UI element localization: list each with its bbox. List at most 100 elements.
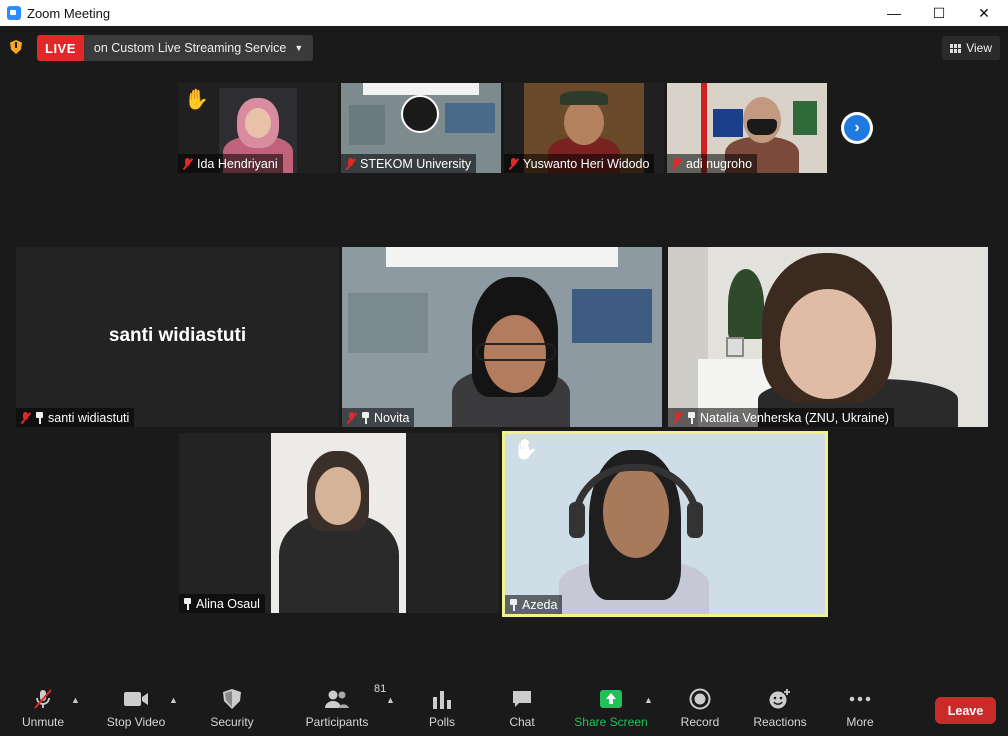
video-options-chevron-up-icon[interactable]: ▲ <box>169 695 178 705</box>
video-tile-yuswanto-heri-widodo[interactable]: Yuswanto Heri Widodo <box>504 83 664 173</box>
face <box>245 108 271 138</box>
face <box>780 289 876 399</box>
record-button[interactable]: Record <box>680 687 720 729</box>
minimize-button[interactable]: — <box>871 0 917 26</box>
video-tile-alina-osaul[interactable]: Alina Osaul <box>179 433 499 613</box>
video-tile-azeda-active-speaker[interactable]: ✋ Azeda <box>502 431 828 617</box>
face <box>315 467 361 525</box>
chat-label: Chat <box>509 715 535 729</box>
live-stream-indicator[interactable]: LIVE on Custom Live Streaming Service ▼ <box>37 35 314 61</box>
meeting-controls-toolbar: Unmute ▲ Stop Video ▲ Security 81 Partic… <box>0 683 1008 736</box>
window-title-bar: Zoom Meeting — ☐ ✕ <box>0 0 1008 26</box>
pin-icon <box>687 411 696 424</box>
share-screen-label: Share Screen <box>574 715 648 729</box>
video-tile-adi-nugroho[interactable]: adi nugroho <box>667 83 827 173</box>
stop-video-label: Stop Video <box>106 715 166 729</box>
unmute-button[interactable]: Unmute <box>18 687 68 729</box>
video-tile-ida-hendriyani[interactable]: ✋ Ida Hendriyani <box>178 83 338 173</box>
muted-mic-icon <box>182 157 193 170</box>
share-screen-button[interactable]: Share Screen <box>574 687 648 729</box>
participant-name: Natalia Venherska (ZNU, Ukraine) <box>700 410 889 425</box>
reactions-button[interactable]: Reactions <box>752 687 808 729</box>
muted-mic-icon <box>345 157 356 170</box>
participant-name: adi nugroho <box>686 156 753 171</box>
photo-frame <box>726 337 744 357</box>
gallery-grid-icon <box>950 43 962 53</box>
video-tile-santi-widiastuti[interactable]: santi widiastuti santi widiastuti <box>16 247 339 427</box>
reactions-label: Reactions <box>753 715 807 729</box>
pin-icon <box>35 411 44 424</box>
participants-count: 81 <box>374 683 387 695</box>
leave-button[interactable]: Leave <box>935 697 996 724</box>
security-button[interactable]: Security <box>206 687 258 729</box>
muted-mic-icon <box>20 411 31 424</box>
share-screen-icon <box>599 687 623 711</box>
chat-bubble-icon <box>511 687 533 711</box>
face-mask <box>747 119 777 135</box>
live-stream-dropdown[interactable]: on Custom Live Streaming Service ▼ <box>84 35 313 61</box>
face <box>564 99 604 145</box>
participant-name: Ida Hendriyani <box>197 156 278 171</box>
muted-mic-icon <box>508 157 519 170</box>
close-button[interactable]: ✕ <box>961 0 1007 26</box>
polls-button[interactable]: Polls <box>426 687 458 729</box>
webinar-text-block <box>445 103 495 133</box>
record-icon <box>689 687 711 711</box>
zoom-app-icon <box>7 6 21 20</box>
share-options-chevron-up-icon[interactable]: ▲ <box>644 695 653 705</box>
obs-logo-icon <box>401 95 439 133</box>
webinar-banner-logos <box>386 247 618 267</box>
muted-mic-icon <box>671 157 682 170</box>
stop-video-button[interactable]: Stop Video <box>105 687 167 729</box>
chevron-right-icon: › <box>844 115 870 141</box>
bar-chart-icon <box>431 687 453 711</box>
participant-name: Yuswanto Heri Widodo <box>523 156 650 171</box>
pin-icon <box>361 411 370 424</box>
view-button[interactable]: View <box>942 36 1000 60</box>
maximize-button[interactable]: ☐ <box>916 0 962 26</box>
participants-button[interactable]: 81 Participants <box>304 683 387 729</box>
participant-name-tag: STEKOM University <box>341 154 477 173</box>
participant-name: Novita <box>374 410 410 425</box>
pin-icon <box>509 598 518 611</box>
participant-name-tag: Alina Osaul <box>179 594 265 613</box>
participant-name-tag: adi nugroho <box>667 154 758 173</box>
video-tile-novita[interactable]: Novita <box>342 247 662 427</box>
participant-name-tag: santi widiastuti <box>16 408 135 427</box>
audio-options-chevron-up-icon[interactable]: ▲ <box>71 695 80 705</box>
headphones <box>571 464 701 534</box>
webinar-agenda <box>348 293 428 353</box>
video-tile-natalia-venherska[interactable]: Natalia Venherska (ZNU, Ukraine) <box>668 247 988 427</box>
muted-mic-icon <box>31 687 55 711</box>
glasses <box>476 343 556 361</box>
participant-name-tag: Novita <box>342 408 415 427</box>
participant-name: Alina Osaul <box>196 596 260 611</box>
unmute-label: Unmute <box>21 715 65 729</box>
webinar-agenda <box>349 105 385 145</box>
headphone-ear-left <box>569 502 585 538</box>
webinar-banner-logos <box>363 83 479 95</box>
participants-icon: 81 <box>324 683 386 711</box>
record-label: Record <box>680 715 720 729</box>
video-tile-stekom-university[interactable]: STEKOM University <box>341 83 501 173</box>
raised-hand-icon: ✋ <box>184 89 209 111</box>
view-label: View <box>966 41 992 55</box>
participant-name-tag: Azeda <box>505 595 563 614</box>
muted-mic-icon <box>346 411 357 424</box>
participant-name: Azeda <box>522 597 558 612</box>
participant-name-tag: Natalia Venherska (ZNU, Ukraine) <box>668 408 894 427</box>
raised-hand-icon: ✋ <box>513 439 538 461</box>
chevron-down-icon: ▼ <box>294 43 304 53</box>
shield-mark <box>15 42 17 48</box>
pin-icon <box>183 597 192 610</box>
smiley-plus-icon <box>768 687 792 711</box>
more-button[interactable]: More <box>845 687 875 729</box>
more-dots-icon <box>848 687 872 711</box>
participant-display-name: santi widiastuti <box>108 325 247 346</box>
participants-options-chevron-up-icon[interactable]: ▲ <box>386 695 395 705</box>
chat-button[interactable]: Chat <box>507 687 537 729</box>
webinar-title-block <box>572 289 652 343</box>
next-page-button[interactable]: › <box>841 112 873 144</box>
plant <box>728 269 764 339</box>
more-label: More <box>846 715 874 729</box>
